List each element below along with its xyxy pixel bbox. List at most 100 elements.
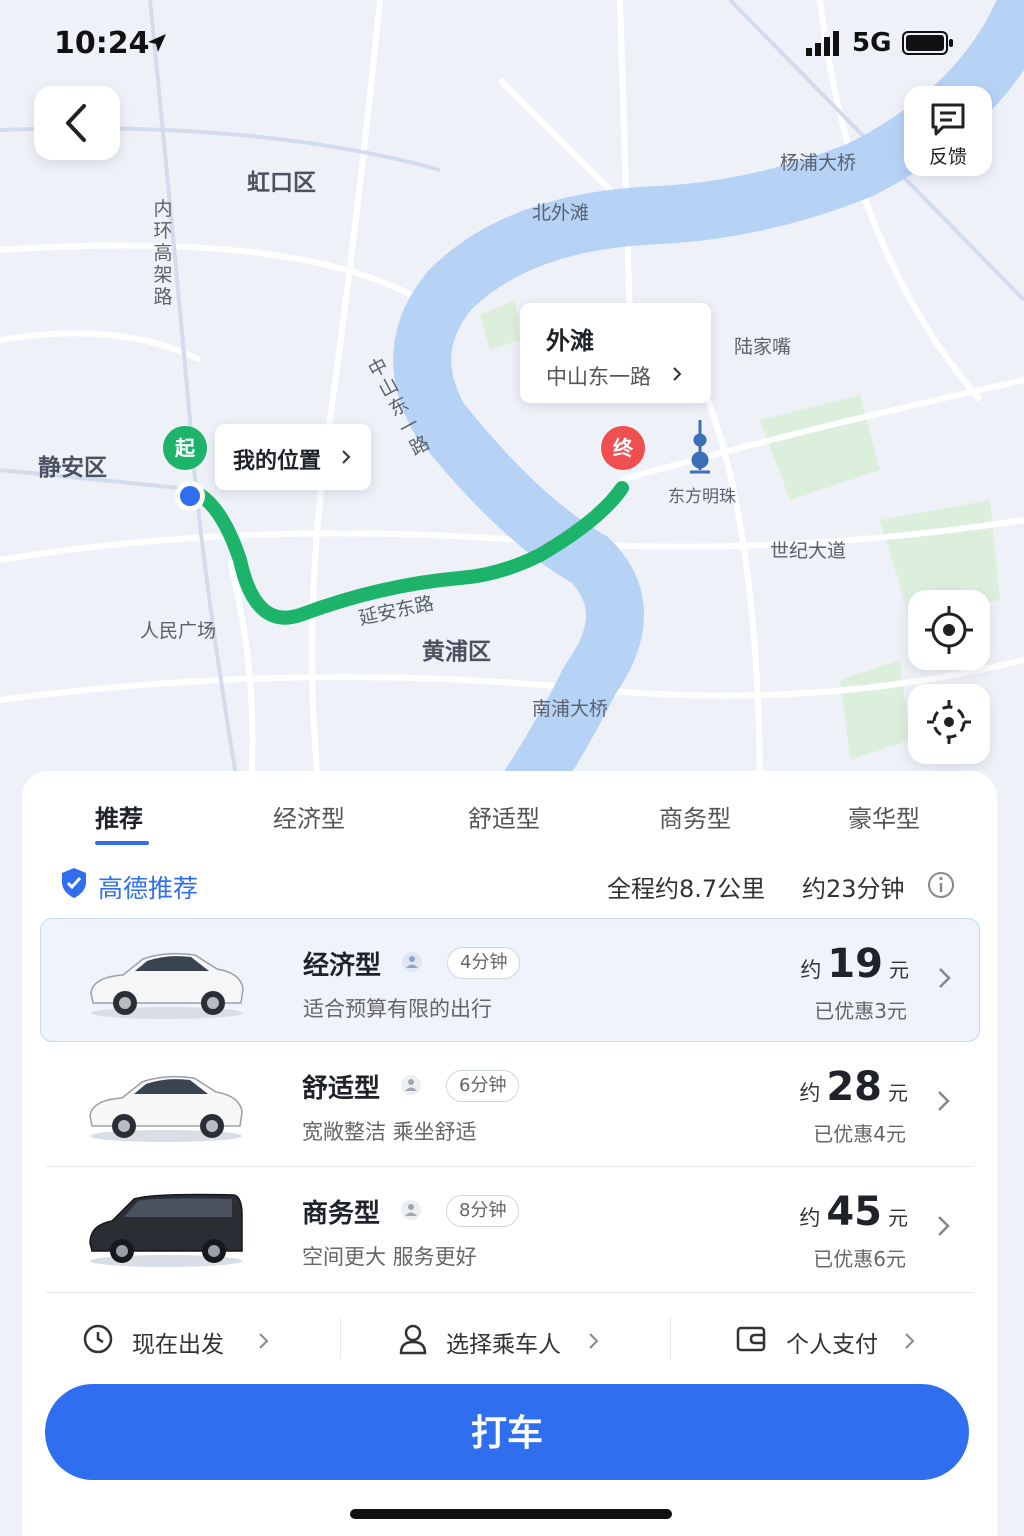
call-car-button[interactable]: 打车 <box>45 1384 969 1480</box>
payment-option[interactable]: 个人支付 <box>736 1321 936 1361</box>
map-view[interactable]: 虹口区 静安区 黄浦区 北外滩 杨浦大桥 陆家嘴 东方明珠 世纪大道 人民广场 … <box>0 0 1024 800</box>
map-canvas <box>0 0 1024 800</box>
feedback-button[interactable]: 反馈 <box>904 86 992 176</box>
recommend-badge: 高德推荐 <box>60 867 198 903</box>
destination-subtitle: 中山东一路 <box>546 365 651 389</box>
ride-panel: 推荐 经济型 舒适型 商务型 豪华型 高德推荐 全程约8.7公里 约23分钟 经… <box>22 771 997 1536</box>
tab-recommended[interactable]: 推荐 <box>95 799 143 834</box>
tab-indicator <box>95 841 149 845</box>
tab-economy[interactable]: 经济型 <box>273 799 345 834</box>
target-icon <box>927 700 971 744</box>
price-value: 45 <box>826 1189 882 1235</box>
ride-option-comfort[interactable]: 舒适型 6分钟 宽敞整洁 乘坐舒适 约 28 元 已优惠4元 <box>40 1042 978 1164</box>
destination-title: 外滩 <box>546 327 594 355</box>
locate-me-button[interactable] <box>908 590 990 670</box>
price-prefix: 约 <box>800 958 822 982</box>
label-yangpu-bridge: 杨浦大桥 <box>780 152 857 174</box>
driver-icon <box>401 1200 421 1220</box>
row-divider <box>46 1292 974 1293</box>
back-button[interactable] <box>34 86 120 160</box>
tab-luxury[interactable]: 豪华型 <box>848 799 920 834</box>
chevron-right-icon <box>939 968 951 988</box>
end-pin: 终 <box>601 426 645 470</box>
price-unit: 元 <box>888 1206 908 1230</box>
price-value: 19 <box>827 941 883 987</box>
select-passenger-option[interactable]: 选择乘车人 <box>398 1321 608 1361</box>
chevron-right-icon <box>342 450 351 464</box>
ride-name: 商务型 <box>302 1199 381 1229</box>
ride-eta: 4分钟 <box>447 947 521 979</box>
tab-comfort[interactable]: 舒适型 <box>468 799 540 834</box>
info-icon[interactable] <box>927 871 955 899</box>
chevron-right-icon <box>259 1333 269 1349</box>
start-pin: 起 <box>163 426 207 470</box>
ride-price: 约 28 元 <box>799 1064 908 1110</box>
price-value: 28 <box>826 1064 882 1110</box>
ride-name: 舒适型 <box>302 1074 381 1104</box>
ride-name: 经济型 <box>303 951 382 981</box>
label-pearl-tower: 东方明珠 <box>668 487 736 507</box>
district-huangpu: 黄浦区 <box>422 639 491 665</box>
ride-desc: 适合预算有限的出行 <box>303 997 492 1021</box>
wallet-icon <box>736 1326 766 1352</box>
chevron-right-icon <box>905 1333 915 1349</box>
ride-option-business[interactable]: 商务型 8分钟 空间更大 服务更好 约 45 元 已优惠6元 <box>40 1167 978 1289</box>
driver-icon <box>402 952 422 972</box>
sedan-white-icon <box>90 952 244 1019</box>
district-hongkou: 虹口区 <box>247 170 316 196</box>
ride-discount: 已优惠6元 <box>813 1247 906 1271</box>
label-inner-ring: 内环高架路 <box>153 198 173 308</box>
status-bar: 10:24 5G <box>0 0 1024 90</box>
chevron-right-icon <box>938 1216 950 1236</box>
network-type: 5G <box>852 28 892 58</box>
price-unit: 元 <box>889 958 909 982</box>
option-separator <box>670 1317 671 1359</box>
chevron-left-icon <box>66 104 86 142</box>
ride-eta: 6分钟 <box>446 1070 520 1102</box>
ride-option-economy[interactable]: 经济型 4分钟 适合预算有限的出行 约 19 元 已优惠3元 <box>40 918 980 1042</box>
ride-price: 约 19 元 <box>800 941 909 987</box>
price-unit: 元 <box>888 1081 908 1105</box>
ride-desc: 空间更大 服务更好 <box>302 1245 477 1269</box>
label-nanpu-bridge: 南浦大桥 <box>532 698 609 720</box>
ride-desc: 宽敞整洁 乘坐舒适 <box>302 1120 477 1144</box>
my-location-label: 我的位置 <box>233 449 322 474</box>
select-passenger-label: 选择乘车人 <box>446 1332 561 1358</box>
recommend-label: 高德推荐 <box>98 874 199 903</box>
depart-time-option[interactable]: 现在出发 <box>82 1321 282 1361</box>
chevron-right-icon <box>673 367 682 381</box>
crosshair-icon <box>925 606 973 654</box>
recenter-route-button[interactable] <box>908 684 990 764</box>
tab-business[interactable]: 商务型 <box>659 799 731 834</box>
status-time: 10:24 <box>54 26 150 61</box>
battery-icon <box>902 31 953 55</box>
label-bund-north: 北外滩 <box>532 202 590 224</box>
chevron-right-icon <box>589 1333 599 1349</box>
ride-discount: 已优惠3元 <box>814 999 907 1023</box>
label-people-square: 人民广场 <box>140 620 217 642</box>
my-location-bubble[interactable]: 我的位置 <box>215 424 371 490</box>
shield-icon <box>62 868 86 898</box>
label-century-avenue: 世纪大道 <box>770 540 847 562</box>
ride-discount: 已优惠4元 <box>813 1122 906 1146</box>
payment-label: 个人支付 <box>786 1332 878 1358</box>
signal-icon <box>806 31 839 56</box>
feedback-icon <box>931 103 965 136</box>
destination-bubble[interactable]: 外滩 中山东一路 <box>520 303 711 403</box>
price-prefix: 约 <box>799 1081 821 1105</box>
option-separator <box>340 1317 341 1359</box>
driver-icon <box>401 1075 421 1095</box>
ride-eta: 8分钟 <box>446 1195 520 1227</box>
home-indicator <box>350 1509 672 1519</box>
trip-distance: 全程约8.7公里 <box>607 875 766 903</box>
location-arrow-icon <box>148 34 166 52</box>
sedan-white-icon <box>89 1075 243 1142</box>
label-lujiazui: 陆家嘴 <box>734 336 792 358</box>
feedback-label: 反馈 <box>928 146 967 168</box>
clock-icon <box>83 1324 113 1354</box>
trip-duration: 约23分钟 <box>802 875 905 903</box>
depart-time-label: 现在出发 <box>132 1332 224 1358</box>
minivan-black-icon <box>89 1193 243 1267</box>
person-icon <box>399 1324 427 1355</box>
district-jingan: 静安区 <box>38 455 107 481</box>
